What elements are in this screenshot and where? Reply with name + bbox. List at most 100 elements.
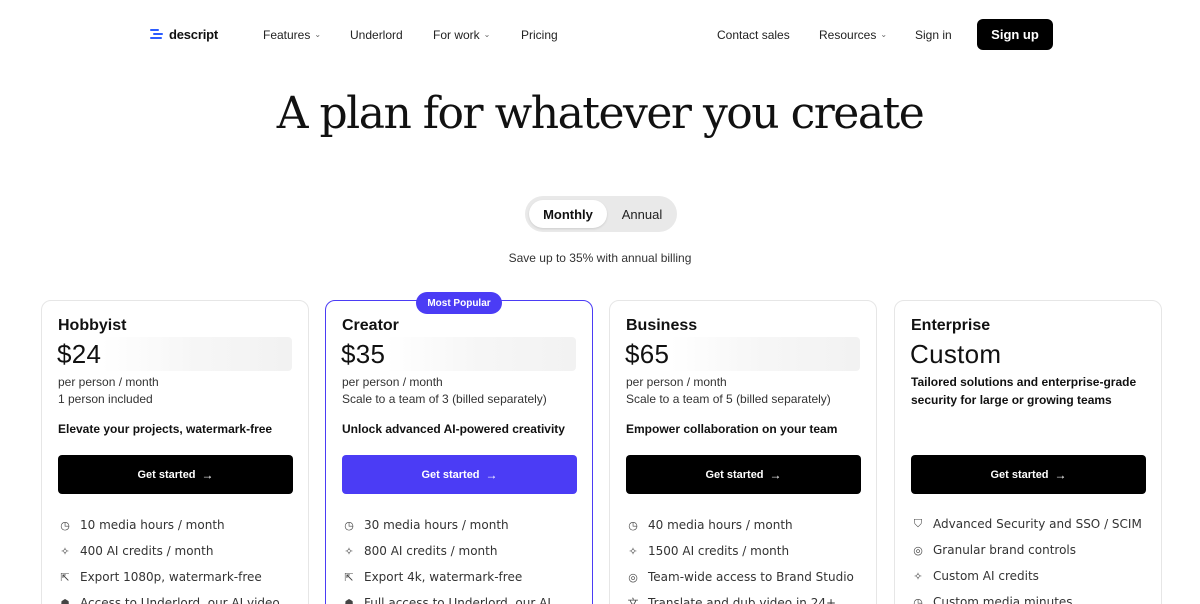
toggle-annual[interactable]: Annual [611,200,673,228]
nav-resources[interactable]: Resources ⌄ [819,28,887,42]
feature-text: 1500 AI credits / month [648,544,790,558]
annual-savings-note: Save up to 35% with annual billing [508,251,692,265]
feature-item: ⛉ Advanced Security and SSO / SCIM [911,511,1151,537]
feature-item: ✧ 800 AI credits / month [342,538,582,564]
team-size-note: Scale to a team of 3 (billed separately) [342,392,547,406]
plan-price: Custom [910,339,1002,369]
price-highlight [386,337,576,371]
brand-studio-icon: ◎ [628,570,638,584]
arrow-right-icon: → [769,467,782,482]
get-started-button[interactable]: Get started → [342,455,577,494]
most-popular-badge: Most Popular [416,292,502,314]
price-unit: per person / month [58,375,159,389]
nav-sign-in-label: Sign in [915,28,952,42]
nav-features[interactable]: Features ⌄ [263,28,321,42]
billing-toggle: Monthly Annual [525,196,677,232]
descript-logo[interactable]: descript [150,27,218,42]
plan-card-hobbyist: Hobbyist $24 per person / month 1 person… [41,300,309,604]
brand-controls-icon: ◎ [913,543,923,557]
sign-up-button[interactable]: Sign up [977,19,1053,50]
team-size-note: Scale to a team of 5 (billed separately) [626,392,831,406]
plan-price: $35 [341,339,386,369]
feature-text: Translate and dub video in 24+ [648,596,837,604]
price-highlight [102,337,292,371]
plan-tagline: Unlock advanced AI-powered creativity [342,422,565,436]
nav-underlord[interactable]: Underlord [350,28,403,42]
feature-text: Full access to Underlord, our AI [364,596,551,604]
team-size-note: 1 person included [58,392,153,406]
plan-tagline: Empower collaboration on your team [626,422,838,436]
get-started-label: Get started [705,468,764,481]
translate-icon: 文 [627,597,639,604]
get-started-button[interactable]: Get started → [58,455,293,494]
nav-contact-sales-label: Contact sales [717,28,790,42]
feature-text: Export 4k, watermark-free [364,570,523,584]
clock-icon: ◷ [913,595,923,604]
page-title: A plan for whatever you create [276,88,925,139]
underlord-icon: ☗ [60,596,70,604]
get-started-label: Get started [990,468,1049,481]
feature-item: ☗ Access to Underlord, our AI video [58,590,298,604]
feature-item: ✧ 1500 AI credits / month [626,538,866,564]
feature-text: 10 media hours / month [80,518,225,532]
nav-for-work[interactable]: For work ⌄ [433,28,490,42]
export-icon: ⇱ [60,570,70,584]
arrow-right-icon: → [485,467,498,482]
feature-item: ◎ Granular brand controls [911,537,1151,563]
plan-price: $24 [57,339,102,369]
get-started-label: Get started [421,468,480,481]
chevron-down-icon: ⌄ [314,29,322,39]
nav-pricing-label: Pricing [521,28,558,42]
feature-item: ◷ Custom media minutes [911,589,1151,604]
arrow-right-icon: → [201,467,214,482]
plan-name: Enterprise [911,317,991,334]
feature-text: Export 1080p, watermark-free [80,570,262,584]
feature-item: ◷ 10 media hours / month [58,512,298,538]
get-started-button[interactable]: Get started → [911,455,1146,494]
plan-description: Tailored solutions and enterprise-grade … [911,375,1137,407]
feature-text: Team-wide access to Brand Studio [648,570,854,584]
feature-item: ◷ 30 media hours / month [342,512,582,538]
feature-list: ⛉ Advanced Security and SSO / SCIM ◎ Granu… [911,511,1151,604]
sparkle-icon: ✧ [913,569,923,583]
feature-text: Access to Underlord, our AI video [80,596,280,604]
plan-name: Business [626,317,698,334]
feature-list: ◷ 40 media hours / month ✧ 1500 AI credits… [626,512,866,604]
clock-icon: ◷ [344,518,354,532]
toggle-monthly[interactable]: Monthly [529,200,607,228]
plan-card-creator: Most Popular Creator $35 per person / mo… [325,292,593,604]
feature-item: ◎ Team-wide access to Brand Studio [626,564,866,590]
plan-card-business: Business $65 per person / month Scale to… [609,300,877,604]
feature-text: 400 AI credits / month [80,544,214,558]
feature-item: 文 Translate and dub video in 24+ [626,590,866,604]
feature-list: ◷ 30 media hours / month ✧ 800 AI credits … [342,512,582,604]
feature-item: ☗ Full access to Underlord, our AI [342,590,582,604]
feature-text: 800 AI credits / month [364,544,498,558]
get-started-button[interactable]: Get started → [626,455,861,494]
feature-text: Custom AI credits [933,569,1039,583]
plan-card-enterprise: Enterprise Custom Tailored solutions and… [894,300,1162,604]
nav-underlord-label: Underlord [350,28,403,42]
export-icon: ⇱ [344,570,354,584]
descript-logo-icon [150,28,163,41]
sparkle-icon: ✧ [344,544,354,558]
sparkle-icon: ✧ [60,544,70,558]
nav-contact-sales[interactable]: Contact sales [717,28,790,42]
feature-text: 40 media hours / month [648,518,793,532]
nav-sign-in[interactable]: Sign in [915,28,952,42]
feature-text: Custom media minutes [933,595,1073,604]
feature-item: ✧ Custom AI credits [911,563,1151,589]
nav-pricing[interactable]: Pricing [521,28,558,42]
sparkle-icon: ✧ [628,544,638,558]
clock-icon: ◷ [628,518,638,532]
feature-item: ◷ 40 media hours / month [626,512,866,538]
clock-icon: ◷ [60,518,70,532]
top-nav: descript Features ⌄ Underlord For work ⌄… [0,0,1200,70]
plan-price: $65 [625,339,670,369]
feature-item: ⇱ Export 1080p, watermark-free [58,564,298,590]
nav-for-work-label: For work [433,28,480,42]
nav-features-label: Features [263,28,311,42]
underlord-icon: ☗ [344,596,354,604]
plan-name: Hobbyist [58,317,127,334]
plan-name: Creator [342,317,399,334]
